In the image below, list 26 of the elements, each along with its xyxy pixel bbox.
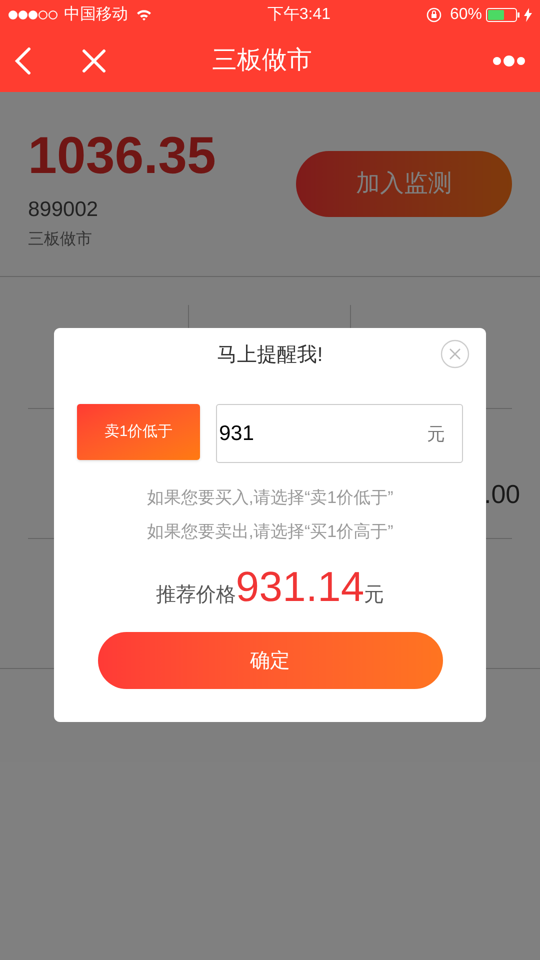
dialog-title: 马上提醒我! [217, 343, 323, 368]
rotation-lock-icon [426, 7, 442, 23]
back-icon[interactable] [14, 47, 32, 75]
signal-icon [8, 10, 60, 20]
page-title: 三板做市 [212, 45, 312, 76]
market-label: 三板做市 [28, 230, 93, 250]
recommend-unit: 元 [364, 583, 384, 608]
battery-percent: 60% [450, 5, 482, 25]
hint-text: 如果您要买入,请选择“卖1价低于” [146, 487, 394, 509]
stock-code: 899002 [28, 197, 100, 223]
battery-icon [486, 8, 520, 22]
add-monitor-button[interactable]: 加入监测 [296, 151, 512, 217]
charging-icon [524, 8, 532, 22]
stock-price: 1036.35 [28, 130, 216, 182]
hint-text: 如果您要卖出,请选择“买1价高于” [146, 520, 394, 542]
close-icon[interactable] [440, 339, 470, 369]
unit-label: 元 [427, 423, 445, 446]
more-icon[interactable] [492, 55, 526, 67]
table-cell-text: .00 [484, 478, 520, 511]
clock-time: 下午3:41 [267, 5, 331, 25]
wifi-icon [136, 9, 152, 21]
carrier-name: 中国移动 [64, 4, 128, 25]
recommend-label: 推荐价格 [156, 583, 236, 608]
condition-button[interactable]: 卖1价低于 [77, 404, 200, 460]
confirm-button[interactable]: 确定 [98, 632, 442, 689]
recommend-price: 931.14 [236, 564, 364, 610]
